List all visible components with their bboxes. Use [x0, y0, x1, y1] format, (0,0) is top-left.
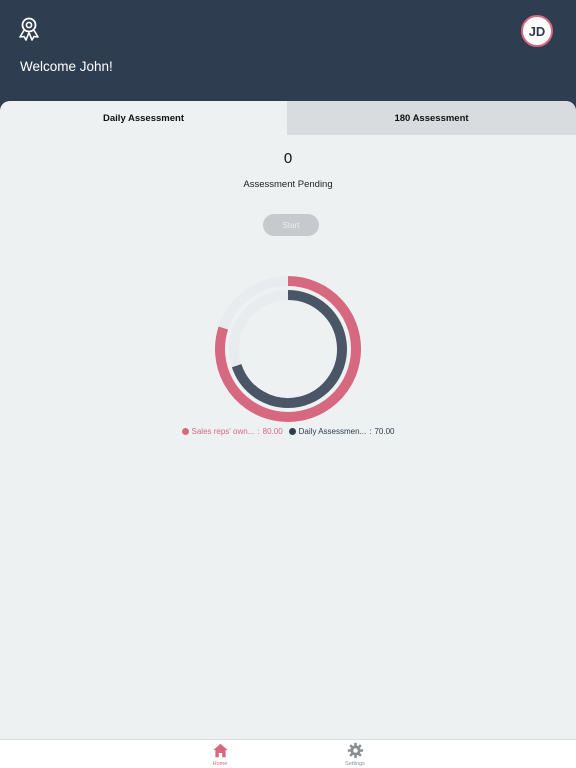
tab-daily-assessment[interactable]: Daily Assessment [0, 101, 287, 135]
main-panel: Daily Assessment 180 Assessment 0 Assess… [0, 101, 576, 739]
legend-dot [181, 428, 189, 435]
legend-label: Sales reps' own... [191, 427, 255, 436]
gear-icon [347, 742, 363, 759]
legend-label: Daily Assessmen... [298, 427, 367, 436]
legend-value: 70.00 [374, 427, 395, 436]
nav-home[interactable]: Home [200, 742, 240, 767]
award-ribbon-icon[interactable] [16, 16, 42, 42]
nav-home-label: Home [212, 761, 228, 767]
chart-legend: Sales reps' own... : 80.00 Daily Assessm… [0, 427, 576, 436]
pending-count: 0 [283, 150, 293, 167]
legend-item-daily-assessment[interactable]: Daily Assessmen... : 70.00 [288, 427, 395, 436]
legend-item-sales-reps[interactable]: Sales reps' own... : 80.00 [181, 427, 283, 436]
pending-label: Assessment Pending [243, 179, 333, 190]
tab-180-assessment[interactable]: 180 Assessment [287, 101, 576, 135]
legend-dot [288, 428, 296, 435]
welcome-message: Welcome John! [20, 59, 113, 74]
tab-bar: Daily Assessment 180 Assessment [0, 101, 576, 135]
start-button[interactable]: Start [263, 214, 319, 236]
nav-settings-label: Settings [345, 761, 365, 767]
legend-sep: : [369, 427, 372, 436]
bottom-nav: Home Settings [0, 739, 576, 768]
nav-settings[interactable]: Settings [335, 742, 375, 767]
legend-sep: : [257, 427, 260, 436]
radial-progress-chart [215, 276, 361, 422]
home-icon [212, 743, 228, 758]
legend-value: 80.00 [262, 427, 283, 436]
header: JD Welcome John! [0, 0, 576, 110]
avatar[interactable]: JD [521, 15, 553, 47]
